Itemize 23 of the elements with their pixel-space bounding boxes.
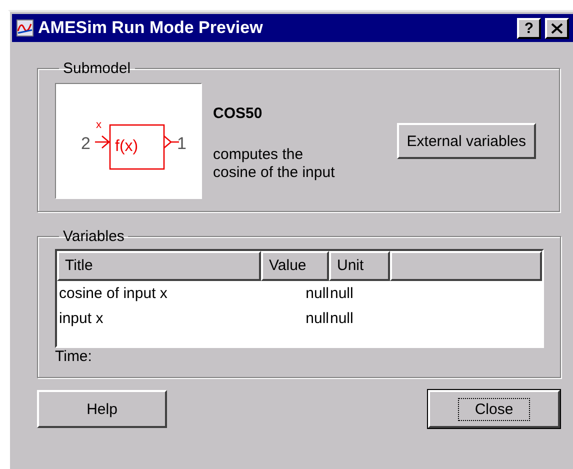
table-cell-text: null: [329, 310, 354, 327]
table-cell-text: null: [329, 285, 354, 302]
close-dialog-button[interactable]: Close: [428, 390, 560, 428]
table-cell-text: cosine of input x: [58, 285, 168, 302]
column-header[interactable]: Value: [261, 251, 329, 281]
input-variable-label: x: [96, 119, 101, 131]
window-title: AMESim Run Mode Preview: [38, 18, 264, 38]
input-port-label: 2: [80, 134, 90, 153]
help-button[interactable]: ?: [517, 18, 541, 38]
column-header[interactable]: Unit: [329, 251, 390, 281]
table-cell-text: null: [304, 310, 329, 327]
help-dialog-button[interactable]: Help: [37, 390, 167, 428]
time-label: Time:: [55, 348, 92, 365]
table-cell-text: input x: [58, 310, 104, 327]
column-header[interactable]: Title: [57, 251, 261, 281]
external-variables-button[interactable]: External variables: [396, 123, 536, 159]
submodel-name: COS50: [213, 105, 264, 122]
group-label: Variables: [62, 228, 126, 245]
output-port-label: 1: [176, 134, 186, 153]
function-label: f(x): [114, 138, 138, 155]
table-cell-text: null: [304, 285, 329, 302]
group-label: Submodel: [62, 60, 132, 77]
submodel-description: computes the cosine of the input: [213, 146, 336, 182]
